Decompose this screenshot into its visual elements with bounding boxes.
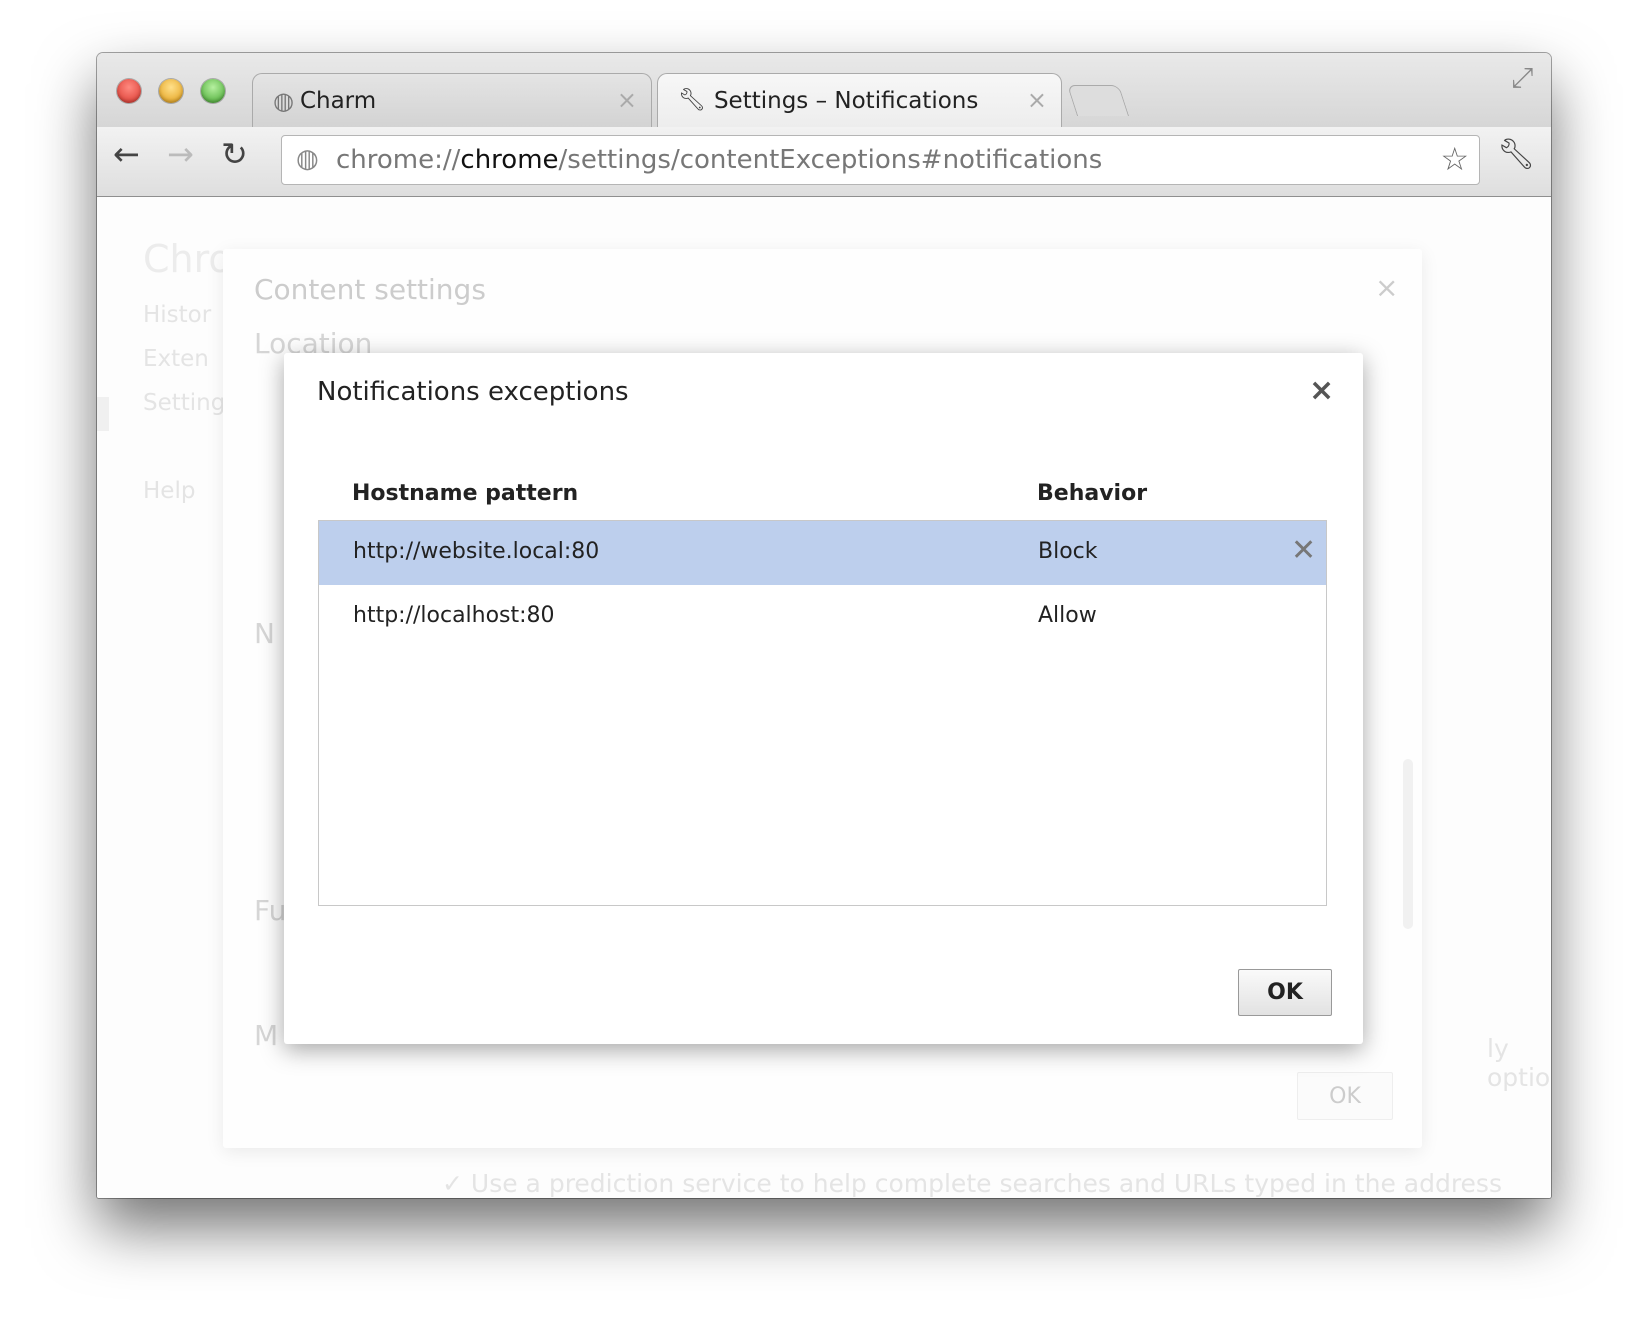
prediction-checkbox-label: ✓ Use a prediction service to help compl… bbox=[442, 1169, 1551, 1198]
settings-page: Chro Histor Exten Setting Help ly option… bbox=[97, 197, 1551, 1198]
toolbar: ← → ↻ ◍ chrome://chrome/settings/content… bbox=[97, 127, 1551, 197]
bookmark-star-icon[interactable]: ☆ bbox=[1440, 140, 1469, 178]
tab-label: Charm bbox=[299, 87, 377, 114]
nav-help[interactable]: Help bbox=[143, 478, 195, 504]
column-header-hostname: Hostname pattern bbox=[352, 481, 579, 506]
minimize-window-button[interactable] bbox=[159, 79, 183, 103]
exceptions-list: http://website.local:80 Block ✕ http://l… bbox=[318, 520, 1327, 906]
address-bar[interactable]: ◍ chrome://chrome/settings/contentExcept… bbox=[281, 135, 1480, 185]
nav-selected-marker bbox=[97, 397, 109, 431]
tab-close-icon[interactable]: × bbox=[617, 86, 637, 114]
column-header-behavior: Behavior bbox=[1037, 481, 1148, 506]
list-item[interactable]: http://website.local:80 Block ✕ bbox=[319, 521, 1326, 585]
close-window-button[interactable] bbox=[117, 79, 141, 103]
tab-label: Settings – Notifications bbox=[713, 87, 979, 114]
new-tab-button[interactable] bbox=[1066, 85, 1130, 116]
hostname-pattern: http://localhost:80 bbox=[353, 603, 555, 628]
zoom-window-button[interactable] bbox=[201, 79, 225, 103]
checkbox-icon[interactable]: ✓ bbox=[442, 1169, 471, 1198]
prediction-text: Use a prediction service to help complet… bbox=[470, 1169, 1502, 1198]
remove-icon[interactable]: ✕ bbox=[1291, 533, 1316, 568]
dialog-title: Notifications exceptions bbox=[317, 377, 629, 407]
ok-button[interactable]: OK bbox=[1238, 969, 1332, 1016]
behavior-value[interactable]: Block bbox=[1038, 539, 1098, 564]
nav-extensions[interactable]: Exten bbox=[143, 346, 209, 372]
url-path: /settings/contentExceptions#notification… bbox=[558, 145, 1103, 175]
section-notifications: N bbox=[254, 617, 275, 650]
notifications-exceptions-dialog: Notifications exceptions × Hostname patt… bbox=[284, 353, 1363, 1044]
tab-charm[interactable]: ◍ Charm × bbox=[252, 73, 652, 127]
close-icon[interactable]: × bbox=[1375, 271, 1398, 304]
tab-settings-notifications[interactable]: 🔧︎ Settings – Notifications × bbox=[657, 73, 1062, 127]
faded-text: ly optional bbox=[1487, 1034, 1551, 1092]
browser-window: ◍ Charm × 🔧︎ Settings – Notifications × … bbox=[97, 53, 1551, 1198]
content-settings-ok-button[interactable]: OK bbox=[1297, 1072, 1393, 1120]
scrollbar[interactable] bbox=[1403, 759, 1413, 929]
dialog-title: Content settings bbox=[254, 273, 486, 306]
back-button[interactable]: ← bbox=[113, 135, 140, 173]
content-settings-dialog: Content settings × Location N Fu M OK No… bbox=[223, 249, 1422, 1148]
reload-button[interactable]: ↻ bbox=[221, 135, 248, 173]
fullscreen-icon[interactable]: ⤢ bbox=[1511, 61, 1533, 95]
url-host: chrome bbox=[460, 145, 559, 175]
section-m: M bbox=[254, 1019, 279, 1052]
close-icon[interactable]: × bbox=[1309, 373, 1334, 408]
tab-close-icon[interactable]: × bbox=[1027, 86, 1047, 114]
nav-history[interactable]: Histor bbox=[143, 302, 211, 328]
globe-icon: ◍ bbox=[273, 86, 294, 115]
section-fullscreen: Fu bbox=[254, 894, 287, 927]
wrench-menu-icon[interactable]: 🔧︎ bbox=[1497, 137, 1535, 172]
list-item[interactable]: http://localhost:80 Allow bbox=[319, 585, 1326, 649]
forward-button[interactable]: → bbox=[167, 135, 194, 173]
hostname-pattern: http://website.local:80 bbox=[353, 539, 600, 564]
globe-icon: ◍ bbox=[296, 144, 319, 174]
tab-strip: ◍ Charm × 🔧︎ Settings – Notifications × … bbox=[97, 53, 1551, 127]
behavior-value[interactable]: Allow bbox=[1038, 603, 1097, 628]
nav-settings[interactable]: Setting bbox=[143, 390, 225, 416]
wrench-icon: 🔧︎ bbox=[678, 88, 706, 113]
url-scheme: chrome:// bbox=[336, 145, 461, 175]
page-title: Chro bbox=[143, 237, 232, 281]
